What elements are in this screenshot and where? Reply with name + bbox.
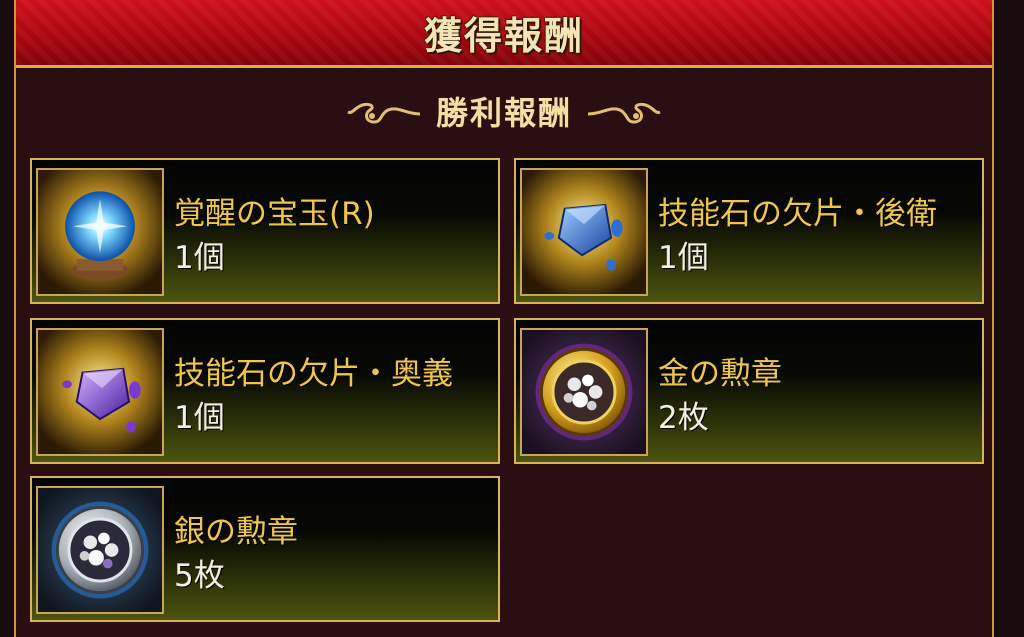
purple-crystal-icon [38,330,162,454]
victory-rewards-title: 勝利報酬 [435,94,572,132]
reward-card[interactable]: 技能石の欠片・奥義 1個 [30,318,500,464]
reward-dialog: 獲得報酬 勝利報酬 覚醒の宝玉(R) 1個 技能石の欠片・後衛 1個 技能石の欠… [14,0,994,637]
dialog-title: 獲得報酬 [423,13,584,58]
reward-thumbnail [520,168,648,296]
reward-quantity: 1個 [658,240,709,276]
reward-name: 技能石の欠片・後衛 [658,196,937,232]
reward-quantity: 1個 [174,400,225,436]
reward-name: 技能石の欠片・奥義 [174,356,453,392]
blue-orb-icon [38,170,162,294]
silver-medal-icon [38,488,162,612]
reward-thumbnail [36,328,164,456]
reward-quantity: 5枚 [174,558,225,594]
reward-card[interactable]: 覚醒の宝玉(R) 1個 [30,158,500,304]
reward-thumbnail [520,328,648,456]
reward-name: 覚醒の宝玉(R) [174,196,375,232]
reward-quantity: 2枚 [658,400,709,436]
right-ornament-icon [587,102,661,124]
reward-card[interactable]: 技能石の欠片・後衛 1個 [514,158,984,304]
reward-thumbnail [36,168,164,296]
dialog-header: 獲得報酬 [16,0,992,68]
reward-card[interactable]: 銀の勲章 5枚 [30,476,500,622]
reward-name: 銀の勲章 [174,514,298,550]
blue-crystal-icon [522,170,646,294]
reward-thumbnail [36,486,164,614]
reward-card[interactable]: 金の勲章 2枚 [514,318,984,464]
gold-medal-icon [522,330,646,454]
reward-quantity: 1個 [174,240,225,276]
reward-name: 金の勲章 [658,356,782,392]
section-heading: 勝利報酬 [16,86,992,136]
left-ornament-icon [347,102,421,124]
